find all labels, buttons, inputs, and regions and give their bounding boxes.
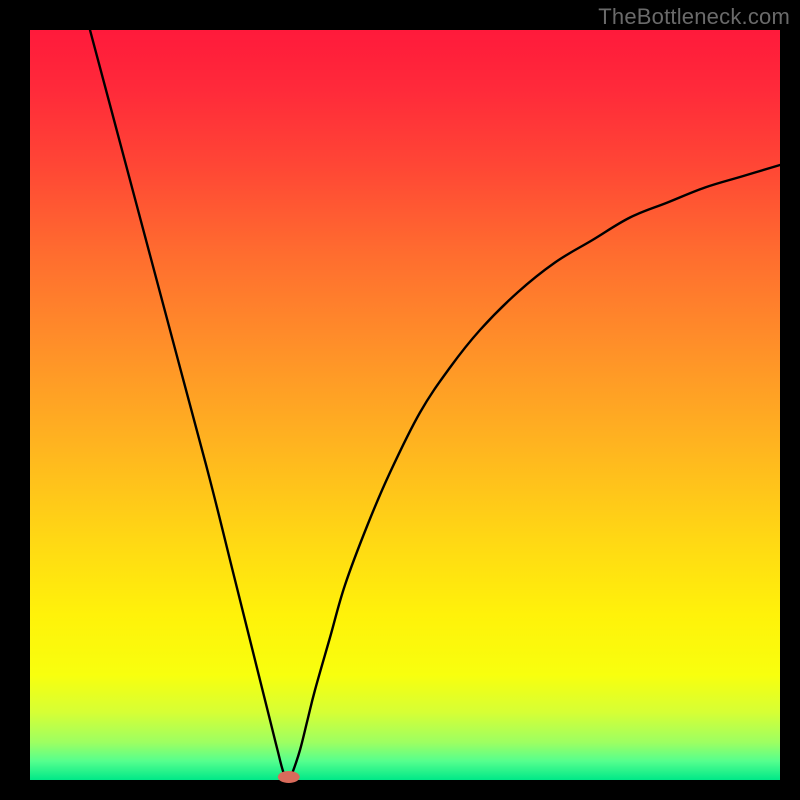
optimum-marker <box>278 771 300 783</box>
chart-frame: TheBottleneck.com <box>0 0 800 800</box>
bottleneck-chart <box>0 0 800 800</box>
plot-area <box>30 30 780 780</box>
